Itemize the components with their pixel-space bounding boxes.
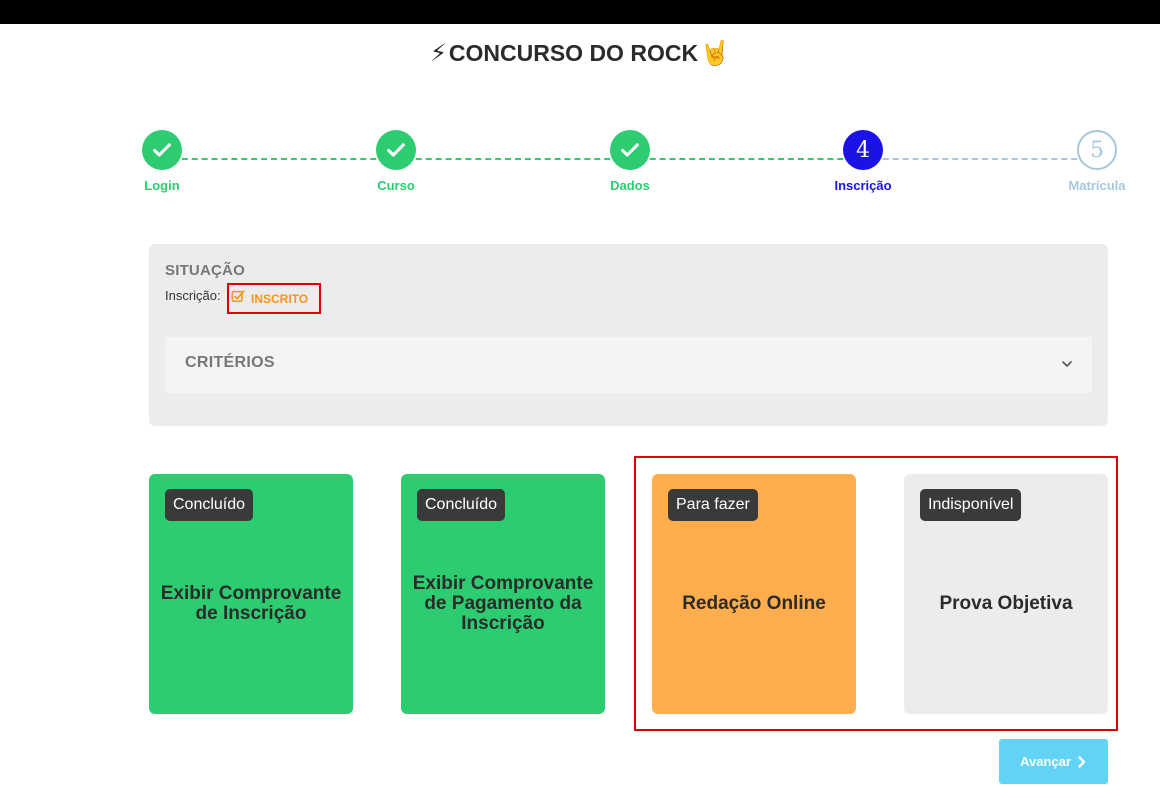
status-badge: Concluído bbox=[165, 489, 254, 521]
step-login[interactable]: Login bbox=[102, 130, 222, 193]
chevron-right-icon bbox=[1078, 755, 1086, 768]
progress-stepper: Login Curso Dados 4 Inscrição 5 Matrícul… bbox=[0, 128, 1160, 208]
step-curso[interactable]: Curso bbox=[336, 130, 456, 193]
card-comprovante-pagamento[interactable]: Concluído Exibir Comprovante de Pagament… bbox=[401, 474, 605, 714]
status-badge: Concluído bbox=[417, 489, 506, 521]
next-button-label: Avançar bbox=[1020, 754, 1071, 769]
situation-panel: SITUAÇÃO Inscrição: INSCRITO CRITÉRIOS bbox=[149, 244, 1108, 426]
situation-heading: SITUAÇÃO bbox=[165, 262, 245, 279]
criteria-title: CRITÉRIOS bbox=[185, 354, 275, 371]
step-matricula[interactable]: 5 Matrícula bbox=[1037, 130, 1157, 193]
step-label: Matrícula bbox=[1068, 178, 1126, 193]
card-comprovante-inscricao[interactable]: Concluído Exibir Comprovante de Inscriçã… bbox=[149, 474, 353, 714]
step-label: Login bbox=[144, 178, 180, 193]
step-label: Dados bbox=[610, 178, 650, 193]
step-label: Curso bbox=[377, 178, 415, 193]
criteria-accordion[interactable]: CRITÉRIOS bbox=[165, 337, 1092, 393]
check-square-icon bbox=[231, 289, 245, 308]
cards-highlight-box bbox=[634, 456, 1118, 731]
page-title-text: CONCURSO DO ROCK bbox=[448, 40, 699, 66]
rock-hand-icon: 🤘 bbox=[700, 39, 730, 67]
step-dados[interactable]: Dados bbox=[570, 130, 690, 193]
card-title: Exibir Comprovante de Pagamento da Inscr… bbox=[412, 573, 594, 634]
step-label: Inscrição bbox=[834, 178, 892, 193]
page-title: ⚡ CONCURSO DO ROCK 🤘 bbox=[0, 40, 1160, 67]
step-number: 5 bbox=[1077, 130, 1117, 170]
check-icon bbox=[142, 130, 182, 170]
inscription-status: INSCRITO bbox=[251, 291, 309, 306]
step-number: 4 bbox=[843, 130, 883, 170]
check-icon bbox=[610, 130, 650, 170]
lightning-icon: ⚡ bbox=[430, 39, 447, 67]
next-button[interactable]: Avançar bbox=[999, 739, 1108, 784]
inscription-status-highlight: INSCRITO bbox=[227, 283, 321, 314]
step-inscricao[interactable]: 4 Inscrição bbox=[803, 130, 923, 193]
card-title: Exibir Comprovante de Inscrição bbox=[160, 583, 342, 624]
inscription-label: Inscrição: bbox=[165, 288, 221, 303]
inscription-row: Inscrição: bbox=[165, 288, 221, 303]
chevron-down-icon bbox=[1062, 361, 1072, 367]
check-icon bbox=[376, 130, 416, 170]
top-bar bbox=[0, 0, 1160, 24]
